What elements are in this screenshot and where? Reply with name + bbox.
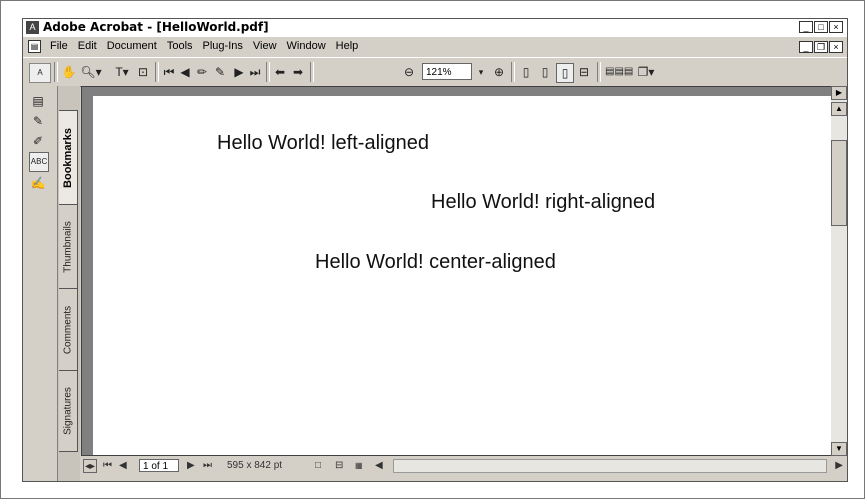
highlight-tool-icon[interactable]: ✐ xyxy=(29,132,47,150)
continuous-layout-icon[interactable]: ⊟ xyxy=(335,459,343,473)
tab-thumbnails[interactable]: Thumbnails xyxy=(59,204,78,290)
fit-visible-icon[interactable]: ⊟ xyxy=(576,63,592,81)
vertical-scrollbar[interactable]: ▶ ▲ ▼ xyxy=(831,86,847,456)
menu-bar: ▤ File Edit Document Tools Plug-Ins View… xyxy=(23,38,847,56)
page-number-field[interactable]: 1 of 1 xyxy=(139,459,179,472)
page-text-right: Hello World! right-aligned xyxy=(431,191,656,213)
navigation-tab-strip: Bookmarks Thumbnails Comments Signatures xyxy=(57,86,80,481)
window-title: Adobe Acrobat - [HelloWorld.pdf] xyxy=(43,20,269,34)
spell-check-icon[interactable]: ABC xyxy=(29,152,49,172)
toolbar-separator xyxy=(155,62,159,82)
doc-restore-button[interactable]: ❐ xyxy=(814,41,828,53)
zoom-dropdown-icon[interactable]: ▾ xyxy=(475,63,487,81)
status-last-page-icon[interactable]: ⏭ xyxy=(203,459,212,473)
toolbar-separator xyxy=(266,62,270,82)
text-select-tool-icon[interactable]: T▾ xyxy=(109,63,135,81)
pane-expand-icon[interactable]: ▶ xyxy=(831,86,847,100)
doc-minimize-button[interactable]: _ xyxy=(799,41,813,53)
toolbar-separator xyxy=(310,62,314,82)
tab-bookmarks[interactable]: Bookmarks xyxy=(59,110,78,206)
page-size-label: 595 x 842 pt xyxy=(227,460,283,471)
document-view: Hello World! left-aligned Hello World! r… xyxy=(81,86,833,456)
horizontal-scrollbar[interactable] xyxy=(393,459,827,473)
status-first-page-icon[interactable]: ⏮ xyxy=(103,459,112,473)
zoom-tool-icon[interactable]: 🔍︎▾ xyxy=(79,63,103,81)
left-tool-column: ▤ ✎ ✐ ABC ✍ xyxy=(23,86,57,481)
zoom-input[interactable]: 121% xyxy=(422,63,472,80)
fit-page-icon[interactable]: ▯ xyxy=(537,63,553,81)
zoom-out-icon[interactable]: ⊖ xyxy=(401,63,417,81)
page-text-center: Hello World! center-aligned xyxy=(315,251,556,273)
document-window-controls: _ ❐ × xyxy=(799,41,843,53)
pencil-annot-icon[interactable]: ✎ xyxy=(29,112,47,130)
sign-tool-icon[interactable]: ✍ xyxy=(29,174,47,192)
window-controls: _ □ × xyxy=(799,21,843,33)
acrobat-window: A Adobe Acrobat - [HelloWorld.pdf] _ □ ×… xyxy=(22,18,848,482)
note-tool-icon[interactable]: ▤ xyxy=(29,92,47,110)
single-page-layout-icon[interactable]: □ xyxy=(315,459,321,473)
pencil-tool-icon[interactable]: ✏ xyxy=(195,63,209,81)
toolbar-separator xyxy=(597,62,601,82)
menu-window[interactable]: Window xyxy=(282,40,331,52)
graphics-select-tool-icon[interactable]: ⊡ xyxy=(136,63,150,81)
status-bar: ◂▸ ⏮ ◀ 1 of 1 ▶ ⏭ 595 x 842 pt □ ⊟ ▦ ◀ ▶ xyxy=(81,457,847,475)
status-next-page-icon[interactable]: ▶ xyxy=(187,459,195,473)
previous-page-icon[interactable]: ◀ xyxy=(179,63,191,81)
tab-comments[interactable]: Comments xyxy=(59,288,78,372)
scroll-right-icon[interactable]: ▶ xyxy=(835,459,843,473)
scroll-up-icon[interactable]: ▲ xyxy=(831,102,847,116)
scroll-thumb[interactable] xyxy=(831,140,847,226)
zoom-in-icon[interactable]: ⊕ xyxy=(491,63,507,81)
close-button[interactable]: × xyxy=(829,21,843,33)
menu-tools[interactable]: Tools xyxy=(162,40,198,52)
continuous-pages-icon[interactable]: ▤▤▤ xyxy=(605,63,633,81)
document-icon[interactable]: ▤ xyxy=(28,40,41,53)
page-layout-icon[interactable]: ❐▾ xyxy=(633,63,659,81)
scroll-left-icon[interactable]: ◀ xyxy=(375,459,383,473)
toolbar-separator xyxy=(511,62,515,82)
menu-document[interactable]: Document xyxy=(102,40,162,52)
go-forward-icon[interactable]: ➡ xyxy=(291,63,305,81)
menu-view[interactable]: View xyxy=(248,40,282,52)
facing-layout-icon[interactable]: ▦ xyxy=(355,459,363,473)
minimize-button[interactable]: _ xyxy=(799,21,813,33)
hand-tool-icon[interactable]: ✋ xyxy=(61,63,77,81)
menu-edit[interactable]: Edit xyxy=(73,40,102,52)
doc-close-button[interactable]: × xyxy=(829,41,843,53)
fit-width-icon[interactable]: ▯ xyxy=(556,63,574,83)
toolbar-separator xyxy=(54,62,58,82)
status-previous-page-icon[interactable]: ◀ xyxy=(119,459,127,473)
tab-signatures[interactable]: Signatures xyxy=(59,370,78,452)
maximize-button[interactable]: □ xyxy=(814,21,828,33)
toolbar: A ✋ 🔍︎▾ T▾ ⊡ ⏮ ◀ ✏ ✎ ▶ ⏭ ⬅ ➡ ⊖ 121% ▾ ⊕ … xyxy=(23,57,847,87)
pdf-page[interactable]: Hello World! left-aligned Hello World! r… xyxy=(93,96,832,455)
page-text-left: Hello World! left-aligned xyxy=(217,132,429,154)
last-page-icon[interactable]: ⏭ xyxy=(249,63,261,81)
touchup-tool-icon[interactable]: ✎ xyxy=(211,63,229,81)
menu-help[interactable]: Help xyxy=(331,40,364,52)
scroll-down-icon[interactable]: ▼ xyxy=(831,442,847,456)
menu-file[interactable]: File xyxy=(45,40,73,52)
menu-list: File Edit Document Tools Plug-Ins View W… xyxy=(45,40,363,52)
go-back-icon[interactable]: ⬅ xyxy=(273,63,287,81)
menu-plugins[interactable]: Plug-Ins xyxy=(198,40,248,52)
actual-size-icon[interactable]: ▯ xyxy=(518,63,534,81)
acrobat-app-icon: A xyxy=(26,21,39,34)
adobe-logo-icon[interactable]: A xyxy=(29,63,51,83)
toggle-nav-pane-icon[interactable]: ◂▸ xyxy=(83,459,97,473)
first-page-icon[interactable]: ⏮ xyxy=(163,63,175,81)
title-bar: A Adobe Acrobat - [HelloWorld.pdf] _ □ × xyxy=(23,19,847,37)
next-page-icon[interactable]: ▶ xyxy=(233,63,245,81)
